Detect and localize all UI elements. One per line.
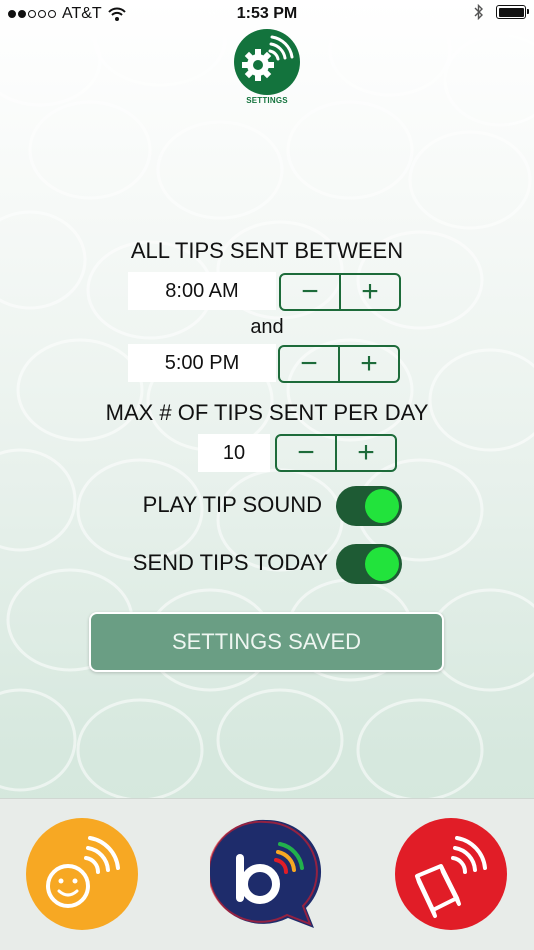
- send-tips-today-label: SEND TIPS TODAY: [132, 550, 328, 575]
- end-time-increment-button[interactable]: +: [338, 347, 398, 381]
- start-time-stepper: − +: [279, 273, 401, 311]
- play-tip-sound-label: PLAY TIP SOUND: [142, 492, 322, 517]
- start-time-increment-button[interactable]: +: [339, 275, 399, 309]
- play-tip-sound-toggle[interactable]: [336, 486, 402, 526]
- settings-logo-icon: [234, 29, 300, 95]
- max-tips-increment-button[interactable]: +: [335, 436, 395, 470]
- status-bar: AT&T 1:53 PM: [0, 0, 534, 28]
- settings-saved-button[interactable]: SETTINGS SAVED: [89, 612, 444, 672]
- end-time-stepper: − +: [278, 345, 400, 383]
- tab-book[interactable]: [395, 818, 507, 930]
- book-broadcast-icon: [395, 818, 507, 930]
- settings-caption: SETTINGS: [246, 96, 288, 105]
- max-tips-decrement-button[interactable]: −: [277, 436, 335, 470]
- max-tips-heading: MAX # OF TIPS SENT PER DAY: [105, 400, 429, 425]
- smiley-broadcast-icon: [26, 818, 138, 930]
- end-time-decrement-button[interactable]: −: [280, 347, 338, 381]
- tab-home-logo[interactable]: [207, 818, 322, 930]
- toggle-knob: [365, 547, 399, 581]
- max-tips-stepper: − +: [275, 434, 397, 472]
- status-right: [474, 4, 529, 20]
- and-connector: and: [250, 316, 284, 338]
- b-chat-logo-icon: [207, 819, 322, 928]
- bluetooth-icon: [474, 4, 483, 20]
- end-time-value: 5:00 PM: [128, 344, 276, 382]
- toggle-knob: [365, 489, 399, 523]
- start-time-decrement-button[interactable]: −: [281, 275, 339, 309]
- send-tips-today-toggle[interactable]: [336, 544, 402, 584]
- max-tips-value: 10: [198, 434, 270, 472]
- battery-icon: [496, 5, 529, 19]
- start-time-value: 8:00 AM: [128, 272, 276, 310]
- status-time: 1:53 PM: [236, 5, 298, 22]
- tab-smiley[interactable]: [26, 818, 138, 930]
- schedule-heading: ALL TIPS SENT BETWEEN: [130, 238, 404, 263]
